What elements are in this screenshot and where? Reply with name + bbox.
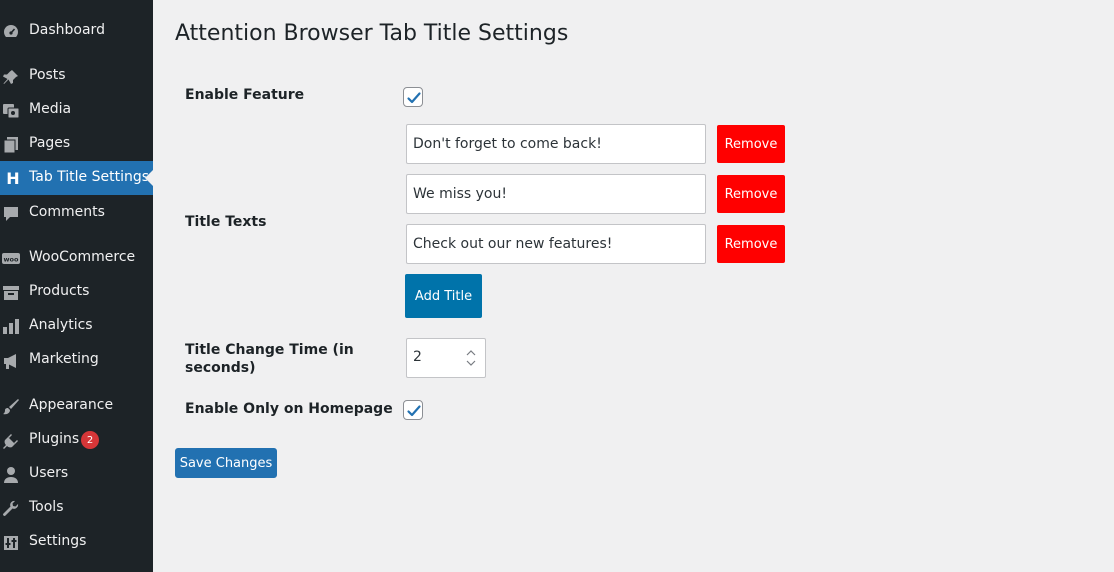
sidebar-item-label: Marketing (29, 351, 99, 367)
sidebar-item-products[interactable]: Products (0, 275, 153, 309)
title-change-time-label-line1: Title Change Time (in (185, 342, 354, 358)
title-change-time-value: 2 (413, 349, 422, 365)
archive-icon (2, 284, 20, 302)
sidebar-item-label: Products (29, 283, 90, 299)
comment-icon (2, 205, 20, 223)
enable-homepage-checkbox[interactable] (403, 400, 423, 420)
sidebar-item-appearance[interactable]: Appearance (0, 389, 153, 423)
page-title: Attention Browser Tab Title Settings (175, 21, 569, 46)
sidebar-item-pages[interactable]: Pages (0, 127, 153, 161)
settings-icon (2, 534, 20, 552)
enable-feature-label: Enable Feature (185, 87, 305, 103)
title-change-time-label-line2: seconds) (185, 360, 256, 376)
title-text-input[interactable]: Check out our new features! (406, 224, 706, 264)
admin-sidebar: Dashboard Posts Media Pages H Tab Title … (0, 0, 153, 572)
spin-up-icon[interactable] (463, 348, 479, 358)
title-change-time-label: Title Change Time (in seconds) (185, 341, 354, 377)
update-count-badge: 2 (81, 431, 99, 449)
wrench-icon (2, 500, 20, 518)
sidebar-item-analytics[interactable]: Analytics (0, 309, 153, 343)
pin-icon (2, 68, 20, 86)
sidebar-item-label: Plugins (29, 431, 80, 447)
dashboard-icon (2, 23, 20, 41)
title-text-input[interactable]: Don't forget to come back! (406, 124, 706, 164)
title-texts-label: Title Texts (185, 214, 267, 230)
sidebar-item-media[interactable]: Media (0, 93, 153, 127)
title-change-time-input[interactable]: 2 (406, 338, 486, 378)
sidebar-item-label: Tools (29, 499, 64, 515)
sidebar-item-tab-title-settings[interactable]: H Tab Title Settings (0, 161, 153, 195)
enable-feature-checkbox[interactable] (403, 87, 423, 107)
sidebar-item-marketing[interactable]: Marketing (0, 343, 153, 377)
sidebar-item-posts[interactable]: Posts (0, 59, 153, 93)
sidebar-item-dashboard[interactable]: Dashboard (0, 14, 153, 48)
sidebar-item-woocommerce[interactable]: woo WooCommerce (0, 241, 153, 275)
user-icon (2, 466, 20, 484)
sidebar-item-label: Comments (29, 204, 105, 220)
add-title-button[interactable]: Add Title (405, 274, 482, 318)
sidebar-item-tools[interactable]: Tools (0, 491, 153, 525)
sidebar-item-label: WooCommerce (29, 249, 136, 265)
pages-icon (2, 136, 20, 154)
sidebar-item-label: Media (29, 101, 72, 117)
sidebar-item-label: Analytics (29, 317, 93, 333)
plug-icon (2, 432, 20, 450)
sidebar-item-plugins[interactable]: Plugins 2 (0, 423, 153, 457)
sidebar-item-label: Settings (29, 533, 87, 549)
checkmark-icon (407, 405, 421, 417)
woo-icon: woo (2, 250, 20, 268)
sidebar-item-comments[interactable]: Comments (0, 196, 153, 230)
sidebar-item-label: Tab Title Settings (29, 169, 150, 185)
spin-down-icon[interactable] (463, 358, 479, 368)
sidebar-item-label: Users (29, 465, 69, 481)
number-spinner (463, 348, 479, 368)
brush-icon (2, 398, 20, 416)
remove-title-button[interactable]: Remove (717, 225, 785, 263)
h-icon: H (6, 168, 20, 188)
enable-homepage-label: Enable Only on Homepage (185, 401, 393, 417)
sidebar-item-users[interactable]: Users (0, 457, 153, 491)
sidebar-item-label: Appearance (29, 397, 114, 413)
media-icon (2, 102, 20, 120)
checkmark-icon (407, 92, 421, 104)
bar-chart-icon (2, 318, 20, 336)
sidebar-item-label: Dashboard (29, 22, 105, 38)
remove-title-button[interactable]: Remove (717, 175, 785, 213)
megaphone-icon (2, 352, 20, 370)
remove-title-button[interactable]: Remove (717, 125, 785, 163)
sidebar-item-settings[interactable]: Settings (0, 525, 153, 559)
sidebar-item-label: Pages (29, 135, 71, 151)
title-text-input[interactable]: We miss you! (406, 174, 706, 214)
save-changes-button[interactable]: Save Changes (175, 448, 277, 478)
svg-text:woo: woo (4, 256, 19, 264)
sidebar-item-label: Posts (29, 67, 66, 83)
